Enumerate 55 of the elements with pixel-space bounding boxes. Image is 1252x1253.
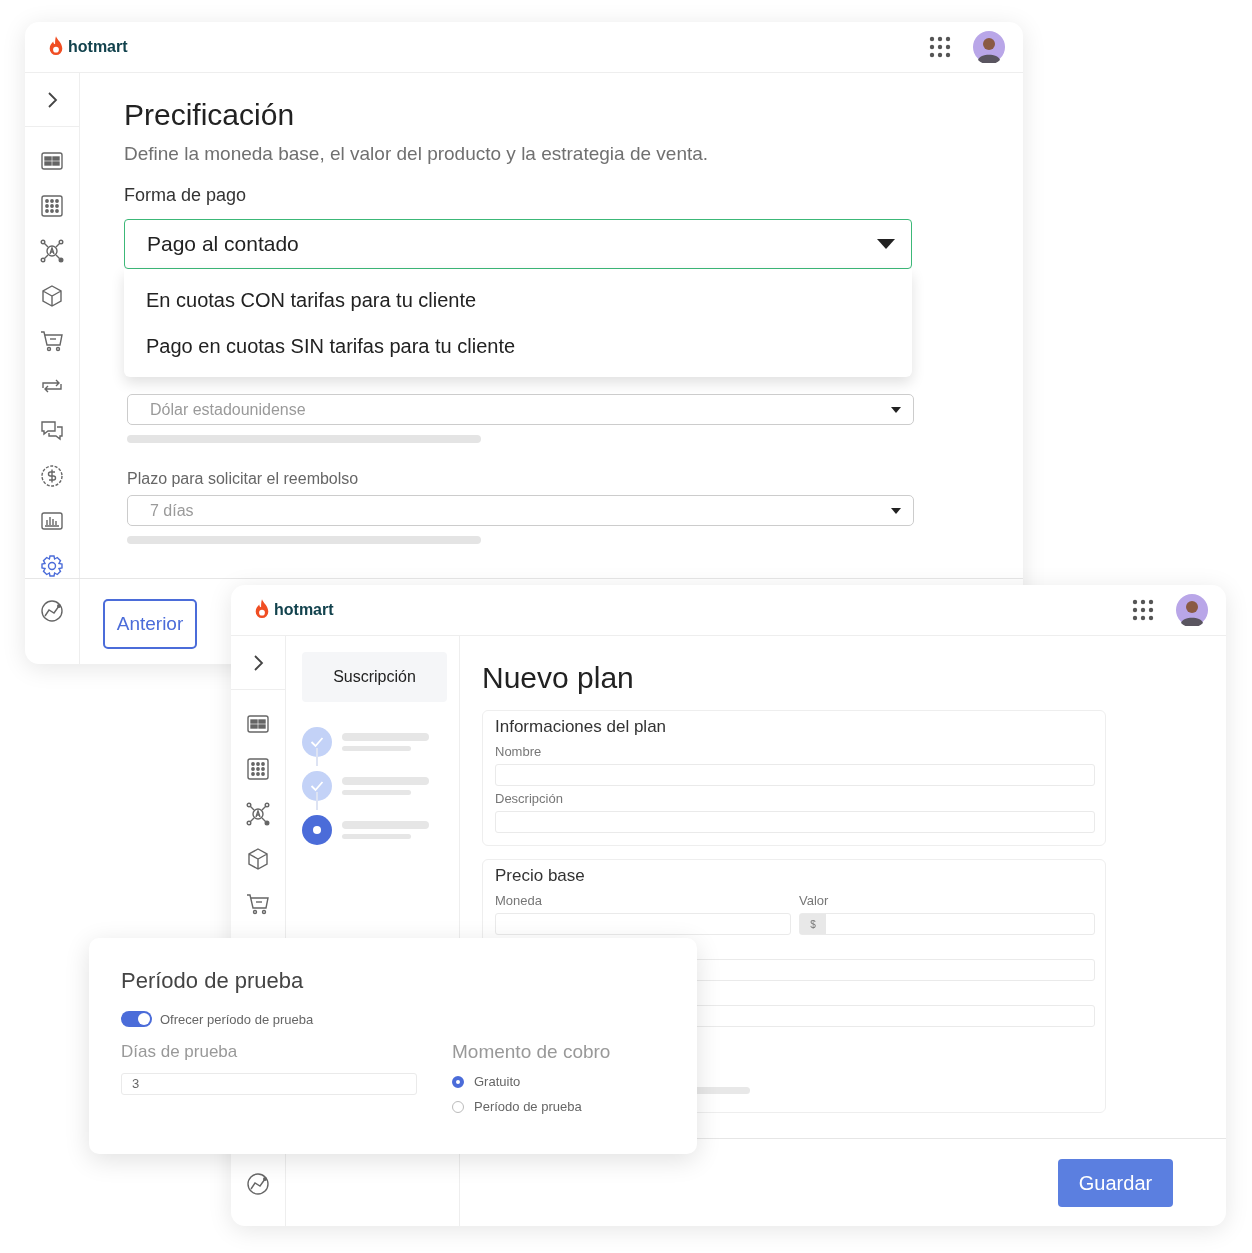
logo-text: hotmart bbox=[68, 38, 128, 56]
cube-icon[interactable] bbox=[246, 846, 270, 871]
logo-text: hotmart bbox=[274, 601, 334, 619]
chevron-right-icon[interactable] bbox=[46, 89, 58, 110]
field-label: Forma de pago bbox=[124, 184, 247, 207]
field-label: Valor bbox=[799, 893, 830, 909]
dropdown-option[interactable]: En cuotas CON tarifas para tu cliente bbox=[124, 277, 912, 323]
cart-icon[interactable] bbox=[246, 891, 270, 916]
caret-icon bbox=[891, 507, 901, 514]
step-connector bbox=[316, 748, 318, 766]
caret-icon bbox=[891, 406, 901, 413]
back-button[interactable]: Anterior bbox=[103, 599, 197, 649]
toggle-label: Ofrecer período de prueba bbox=[160, 1011, 314, 1027]
toggle-switch[interactable] bbox=[121, 1011, 152, 1027]
dollar-icon[interactable] bbox=[40, 463, 64, 488]
cube-icon[interactable] bbox=[40, 283, 64, 308]
value-field[interactable]: $ bbox=[799, 913, 1095, 935]
avatar[interactable] bbox=[1176, 594, 1208, 626]
card-title: Precio base bbox=[495, 865, 586, 887]
apps-grid-icon[interactable] bbox=[40, 193, 64, 218]
save-button[interactable]: Guardar bbox=[1058, 1159, 1173, 1207]
radio-button[interactable] bbox=[452, 1075, 464, 1088]
currency-prefix: $ bbox=[800, 914, 826, 934]
network-icon[interactable] bbox=[246, 801, 270, 826]
apps-icon[interactable] bbox=[929, 36, 951, 58]
cart-icon[interactable] bbox=[40, 328, 64, 353]
input-field[interactable] bbox=[495, 913, 791, 935]
card-title: Período de prueba bbox=[121, 967, 305, 995]
settings-icon[interactable] bbox=[40, 553, 64, 578]
field-label: Días de prueba bbox=[121, 1041, 239, 1063]
field-label: Descripción bbox=[495, 791, 564, 807]
chart-circle-icon[interactable] bbox=[40, 598, 64, 623]
page-subtitle: Define la moneda base, el valor del producto y la estrategia de venta. bbox=[124, 142, 709, 166]
step-connector bbox=[316, 792, 318, 810]
days-input[interactable]: 3 bbox=[121, 1073, 417, 1095]
apps-grid-icon[interactable] bbox=[246, 756, 270, 781]
dropdown-option[interactable]: Pago en cuotas SIN tarifas para tu cliente bbox=[124, 323, 912, 369]
caret-icon bbox=[877, 239, 895, 249]
field-label: Moneda bbox=[495, 893, 543, 909]
chat-icon[interactable] bbox=[40, 418, 64, 443]
payment-select[interactable]: Pago al contado bbox=[124, 219, 912, 269]
chart-circle-icon[interactable] bbox=[246, 1171, 270, 1196]
field-label: Plazo para solicitar el reembolso bbox=[127, 469, 359, 489]
field-label: Momento de cobro bbox=[452, 1041, 611, 1063]
page-title: Nuevo plan bbox=[482, 660, 635, 696]
network-icon[interactable] bbox=[40, 238, 64, 263]
page-title: Precificación bbox=[124, 97, 295, 133]
avatar[interactable] bbox=[973, 31, 1005, 63]
field-label: Nombre bbox=[495, 744, 543, 760]
radio-label: Gratuito bbox=[474, 1074, 521, 1089]
card-title: Informaciones del plan bbox=[495, 716, 668, 738]
subscription-tab[interactable]: Suscripción bbox=[302, 652, 447, 702]
chevron-right-icon[interactable] bbox=[252, 652, 264, 673]
radio-label: Período de prueba bbox=[474, 1099, 582, 1114]
apps-icon[interactable] bbox=[1132, 599, 1154, 621]
